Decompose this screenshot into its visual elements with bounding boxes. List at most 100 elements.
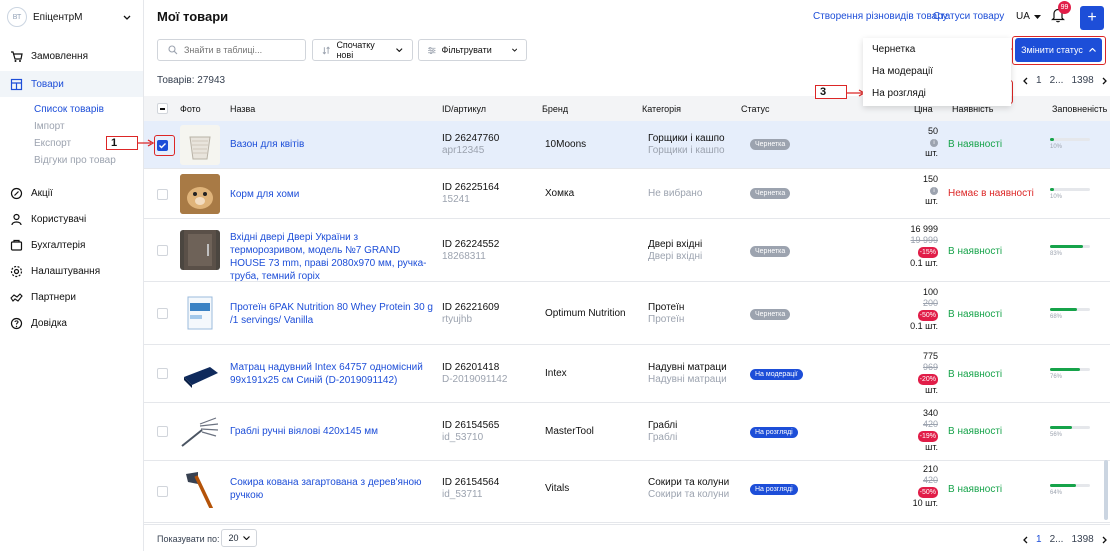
sidebar-subitem-product-list[interactable]: Список товарів — [34, 104, 104, 115]
row-checkbox[interactable] — [157, 189, 168, 200]
page-last[interactable]: 1398 — [1071, 534, 1093, 545]
product-name-link[interactable]: Корм для хоми — [230, 188, 435, 201]
filter-dropdown[interactable]: Фільтрувати — [418, 39, 527, 61]
product-photo — [180, 125, 220, 165]
table-row[interactable]: Сокира кована загартована з дерев'яною р… — [144, 461, 1110, 523]
row-checkbox[interactable] — [157, 426, 168, 437]
select-all-checkbox[interactable] — [157, 103, 168, 114]
status-badge: Чернетка — [750, 139, 791, 150]
sidebar-item-promotions[interactable]: Акції — [0, 180, 143, 206]
product-name-link[interactable]: Протеїн 6PAK Nutrition 80 Whey Protein 3… — [230, 301, 435, 327]
sidebar-item-help[interactable]: Довідка — [0, 310, 143, 336]
language-label: UA — [1016, 11, 1030, 22]
product-name-link[interactable]: Матрац надувний Intex 64757 одномісний 9… — [230, 361, 435, 387]
table-scrollbar[interactable] — [1104, 460, 1108, 520]
quantity: 0.1 шт. — [910, 321, 938, 331]
chevron-down-icon — [396, 48, 403, 52]
category-sub: Двері вхідні — [648, 251, 703, 262]
id-value: ID 26154565 — [442, 420, 500, 431]
table-row[interactable]: Вхідні двері Двері України з терморозрив… — [144, 219, 1110, 282]
quantity: шт. — [925, 148, 938, 158]
add-product-button[interactable]: + — [1080, 6, 1104, 30]
price-value: 775 — [922, 351, 938, 361]
completeness-fill — [1050, 484, 1076, 487]
table-row[interactable]: Матрац надувний Intex 64757 одномісний 9… — [144, 345, 1110, 403]
category-sub: Граблі — [648, 432, 678, 443]
status-option-draft[interactable]: Чернетка — [872, 44, 915, 55]
chevron-right-icon[interactable] — [1102, 77, 1107, 85]
price-value: 150 — [922, 174, 938, 184]
table-row[interactable]: Граблі ручні віялові 420x145 мм ID 26154… — [144, 403, 1110, 461]
promo-icon — [10, 187, 23, 199]
completeness-value: 76% — [1050, 374, 1063, 380]
search-input[interactable] — [184, 45, 294, 55]
sku-value: id_53710 — [442, 432, 484, 443]
sku-value: 18268311 — [442, 251, 486, 262]
sort-dropdown[interactable]: Спочатку нові — [312, 39, 413, 61]
sidebar-subitem-export[interactable]: Експорт — [34, 138, 71, 149]
product-id: ID 26224552 18268311 — [442, 239, 499, 263]
product-count: Товарів: 27943 — [157, 75, 226, 86]
table-row[interactable]: Корм для хоми ID 26225164 15241 Хомка Не … — [144, 169, 1110, 219]
sidebar-item-accounting[interactable]: Бухгалтерія — [0, 232, 143, 258]
category-value: Горщики і кашпо — [648, 133, 725, 144]
category: Граблі Граблі — [648, 420, 677, 444]
page-last[interactable]: 1398 — [1071, 75, 1093, 86]
page-ellipsis[interactable]: 2... — [1050, 75, 1064, 86]
link-product-statuses[interactable]: Статуси товару — [933, 11, 1004, 22]
price-value: 340 — [922, 408, 938, 418]
page-1[interactable]: 1 — [1036, 534, 1042, 545]
chevron-down-icon — [242, 536, 250, 540]
row-checkbox[interactable] — [157, 245, 168, 256]
availability: В наявності — [948, 426, 1003, 437]
chevron-left-icon[interactable] — [1023, 536, 1028, 544]
discount-badge: -50% — [917, 310, 938, 321]
chevron-down-icon — [511, 48, 517, 52]
brand: Optimum Nutrition — [545, 308, 626, 319]
page-ellipsis[interactable]: 2... — [1050, 534, 1064, 545]
sidebar-item-users[interactable]: Користувачі — [0, 206, 143, 232]
category-sub: Сокири та колуни — [648, 489, 730, 500]
chevron-right-icon[interactable] — [1102, 536, 1107, 544]
row-checkbox[interactable] — [157, 486, 168, 497]
sidebar-subitem-reviews[interactable]: Відгуки про товар — [34, 155, 116, 166]
sidebar-subitem-import[interactable]: Імпорт — [34, 121, 65, 132]
table-search[interactable] — [157, 39, 306, 61]
quantity: шт. — [925, 385, 938, 395]
link-create-variants[interactable]: Створення різновидів товару — [813, 11, 948, 22]
partners-icon — [10, 292, 23, 302]
row-checkbox[interactable] — [157, 368, 168, 379]
sort-icon — [322, 46, 330, 54]
price-value: 50 — [927, 126, 938, 136]
sidebar-item-orders[interactable]: Замовлення — [0, 43, 143, 69]
product-photo — [180, 468, 220, 508]
page-1[interactable]: 1 — [1036, 75, 1042, 86]
status-option-moderation[interactable]: На модерації — [872, 66, 933, 77]
info-icon: i — [930, 138, 938, 147]
minus-icon — [160, 108, 165, 110]
sidebar-item-partners[interactable]: Партнери — [0, 284, 143, 310]
category-sub: Протеїн — [648, 314, 685, 325]
sidebar-item-products[interactable]: Товари — [0, 71, 143, 97]
product-name-link[interactable]: Сокира кована загартована з дерев'яною р… — [230, 476, 435, 502]
language-selector[interactable]: UA — [1016, 11, 1041, 22]
search-icon — [168, 45, 178, 55]
completeness-fill — [1050, 188, 1054, 191]
status-option-review[interactable]: На розгляді — [872, 88, 926, 99]
product-name-link[interactable]: Граблі ручні віялові 420x145 мм — [230, 425, 435, 438]
category-value: Граблі — [648, 420, 678, 431]
table-row[interactable]: Вазон для квітів ID 26247760 apr12345 10M… — [144, 121, 1110, 169]
company-switcher[interactable]: ВТ ЕпіцентрМ — [0, 0, 143, 34]
sidebar: ВТ ЕпіцентрМ Замовлення Товари Список то… — [0, 0, 144, 551]
row-checkbox[interactable] — [157, 308, 168, 319]
id-value: ID 26225164 — [442, 182, 500, 193]
company-name: ЕпіцентрМ — [33, 11, 83, 23]
sidebar-item-label: Акції — [31, 187, 53, 199]
chevron-left-icon[interactable] — [1023, 77, 1028, 85]
per-page-select[interactable]: 20 — [221, 529, 257, 547]
price: 100 200 -50% 0.1 шт. — [908, 287, 938, 332]
sidebar-item-settings[interactable]: Налаштування — [0, 258, 143, 284]
table-row[interactable]: Протеїн 6PAK Nutrition 80 Whey Protein 3… — [144, 282, 1110, 345]
product-name-link[interactable]: Вазон для квітів — [230, 138, 435, 151]
product-name-link[interactable]: Вхідні двері Двері України з терморозрив… — [230, 231, 435, 283]
